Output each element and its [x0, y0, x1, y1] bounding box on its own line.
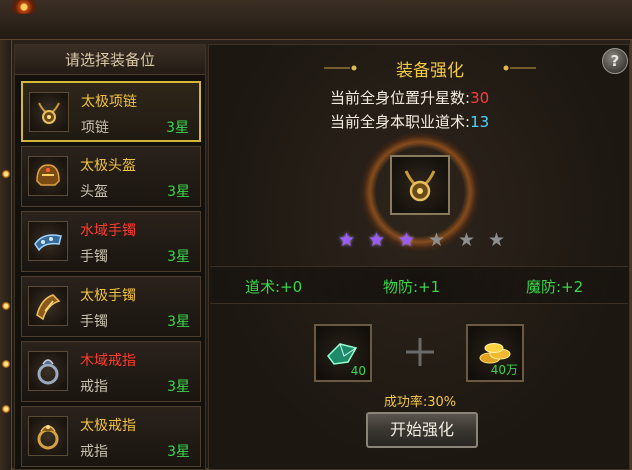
- total-star-line: 当前全身位置升星数:30: [330, 87, 489, 108]
- star-icon: ★: [368, 229, 386, 251]
- bonus-magic-def: 魔防:+2: [526, 278, 584, 296]
- star-icon: ★: [458, 229, 476, 251]
- slot-name: 太极头盔: [80, 158, 136, 174]
- slot-item-taiji-ring[interactable]: 太极戒指 戒指 3星: [21, 406, 201, 467]
- ring-icon: [28, 416, 68, 456]
- fire-orb-icon: [8, 0, 48, 14]
- top-ornament: [0, 0, 632, 40]
- title-row: 装备强化: [324, 56, 536, 81]
- total-star-value: 30: [470, 89, 490, 107]
- slot-name: 太极戒指: [80, 418, 136, 434]
- jewel-icon: [2, 405, 10, 413]
- material-qty: 40万: [490, 363, 518, 377]
- slot-name: 太极项链: [81, 94, 137, 110]
- help-button[interactable]: ?: [602, 48, 628, 74]
- left-rail: [0, 40, 12, 470]
- star-icon: ★: [338, 229, 356, 251]
- slot-stars: 3星: [167, 314, 190, 330]
- equipment-slot-list: 请选择装备位 太极项链 项链 3星 太极头盔 头盔 3星 水域手镯 手镯 3星 …: [14, 44, 206, 470]
- slot-stars: 3星: [167, 379, 190, 395]
- start-enhance-button[interactable]: 开始强化: [366, 412, 478, 448]
- bracelet-icon: [28, 221, 68, 261]
- material-slot-stone[interactable]: 40: [314, 324, 372, 382]
- slot-name: 水域手镯: [80, 223, 136, 239]
- jewel-icon: [2, 302, 10, 310]
- star-icon: ★: [398, 229, 416, 251]
- slot-name: 太极手镯: [80, 288, 136, 304]
- slot-stars: 3星: [166, 120, 189, 136]
- star-icon: ★: [428, 229, 446, 251]
- slot-type: 戒指: [80, 444, 108, 460]
- bonus-dao: 道术:+0: [245, 278, 303, 296]
- success-rate: 成功率:30%: [383, 395, 457, 410]
- slot-stars: 3星: [167, 249, 190, 265]
- selected-necklace-icon: [390, 155, 450, 215]
- slot-stars: 3星: [167, 444, 190, 460]
- slot-stars: 3星: [167, 184, 190, 200]
- star-icon: ★: [488, 229, 506, 251]
- necklace-icon: [29, 92, 69, 132]
- panel-title: 装备强化: [396, 61, 464, 81]
- total-dao-value: 13: [470, 113, 490, 131]
- slot-type: 戒指: [80, 379, 108, 395]
- jewel-icon: [2, 360, 10, 368]
- title-ornament-right-icon: [503, 65, 536, 71]
- slot-item-helmet[interactable]: 太极头盔 头盔 3星: [21, 146, 201, 207]
- slot-item-water-bracelet[interactable]: 水域手镯 手镯 3星: [21, 211, 201, 272]
- slot-type: 头盔: [80, 184, 108, 200]
- plus-icon: [406, 338, 434, 366]
- helmet-icon: [28, 156, 68, 196]
- bonus-phys-def: 物防:+1: [383, 278, 441, 296]
- jewel-icon: [2, 170, 10, 178]
- slot-item-wood-ring[interactable]: 木域戒指 戒指 3星: [21, 341, 201, 402]
- total-star-label: 当前全身位置升星数:: [330, 89, 471, 107]
- ring-icon: [28, 351, 68, 391]
- bracelet-icon: [28, 286, 68, 326]
- total-dao-line: 当前全身本职业道术:13: [330, 111, 489, 132]
- total-dao-label: 当前全身本职业道术:: [330, 113, 471, 131]
- material-slot-gold[interactable]: 40万: [466, 324, 524, 382]
- slot-type: 手镯: [80, 249, 108, 265]
- star-rating: ★ ★ ★ ★ ★ ★: [338, 230, 518, 252]
- slot-item-necklace[interactable]: 太极项链 项链 3星: [21, 81, 201, 142]
- slot-name: 木域戒指: [80, 353, 136, 369]
- slot-type: 项链: [81, 120, 109, 136]
- slot-type: 手镯: [80, 314, 108, 330]
- material-qty: 40: [350, 364, 366, 378]
- slot-item-taiji-bracelet[interactable]: 太极手镯 手镯 3星: [21, 276, 201, 337]
- list-header: 请选择装备位: [15, 45, 205, 75]
